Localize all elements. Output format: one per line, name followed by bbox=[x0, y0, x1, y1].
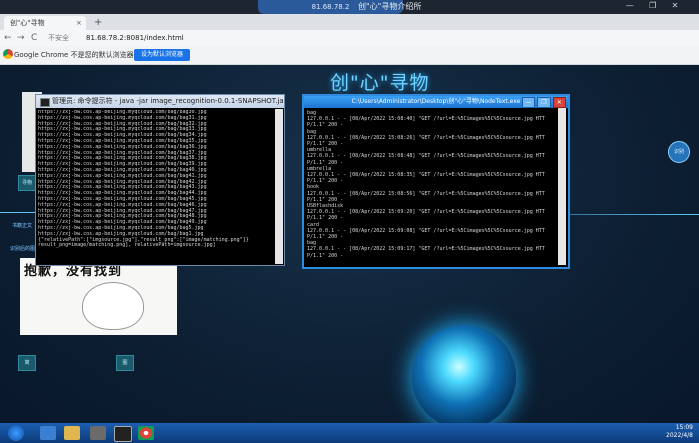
infobar-text: Google Chrome 不是您的默认浏览器 bbox=[14, 51, 134, 59]
no-result-image: 抱歉，没有找到 bbox=[20, 258, 177, 335]
remote-window-title: 创"心"寻物介绍所 bbox=[358, 2, 422, 11]
nodetext-console-scrollbar[interactable] bbox=[558, 108, 566, 265]
java-console-title[interactable]: 管理员: 命令提示符 - java -jar image_recognition… bbox=[36, 95, 284, 108]
bottom-square-button-a[interactable]: 简 bbox=[18, 355, 36, 371]
minimize-icon[interactable]: — bbox=[522, 97, 536, 108]
powershell-icon[interactable] bbox=[40, 426, 56, 440]
forward-icon[interactable]: → bbox=[17, 31, 25, 45]
page-title: 创"心"寻物 bbox=[330, 72, 430, 94]
reload-icon[interactable]: C bbox=[31, 31, 37, 45]
security-indicator[interactable]: 不安全 bbox=[48, 31, 69, 45]
java-console-output: https://zxj-bw.cos.ap-beijing.myqcloud.c… bbox=[38, 110, 274, 249]
nodetext-console-line: 127.0.0.1 - - [08/Apr/2022 15:08:40] "GE… bbox=[307, 116, 545, 123]
tab-close-icon[interactable]: × bbox=[76, 16, 82, 30]
browser-tab[interactable]: 创"心"寻物 bbox=[4, 16, 86, 30]
java-console-scrollbar[interactable] bbox=[275, 109, 283, 264]
nodetext-console-window[interactable]: C:\Users\Administrator\Desktop\创"心"寻物\No… bbox=[302, 94, 570, 269]
restore-icon[interactable]: ❐ bbox=[537, 97, 551, 108]
nodetext-console-line: 127.0.0.1 - - [08/Apr/2022 15:08:35] "GE… bbox=[307, 172, 545, 179]
tab-strip bbox=[0, 14, 699, 30]
set-default-button[interactable]: 设为默认浏览器 bbox=[134, 49, 190, 61]
back-icon[interactable]: ← bbox=[4, 31, 12, 45]
recognize-circle-button[interactable]: 识别 bbox=[668, 141, 690, 163]
left-label-2: 识别后的图 bbox=[10, 246, 36, 252]
bun-character-icon bbox=[82, 282, 144, 330]
minimize-icon[interactable]: — bbox=[626, 1, 634, 13]
file-explorer-icon[interactable] bbox=[64, 426, 80, 440]
nodetext-console-line: 127.0.0.1 - - [08/Apr/2022 15:08:56] "GE… bbox=[307, 190, 545, 197]
java-console-window[interactable]: 管理员: 命令提示符 - java -jar image_recognition… bbox=[35, 94, 285, 266]
nodetext-console-line: 127.0.0.1 - - [08/Apr/2022 15:09:20] "GE… bbox=[307, 209, 545, 216]
url-input[interactable]: 81.68.78.2:8081/index.html bbox=[86, 31, 184, 45]
cmd-taskbar-icon[interactable] bbox=[114, 426, 132, 442]
close-icon[interactable]: ✕ bbox=[672, 1, 679, 13]
taskbar-clock[interactable]: 15:09 2022/4/8 bbox=[648, 424, 693, 440]
nodetext-console-line: 127.0.0.1 - - [08/Apr/2022 15:09:17] "GE… bbox=[307, 246, 545, 253]
start-button-icon[interactable] bbox=[8, 425, 24, 441]
nodetext-console-line: 127.0.0.1 - - [08/Apr/2022 15:08:48] "GE… bbox=[307, 153, 545, 160]
clock-time: 15:09 bbox=[675, 424, 693, 431]
left-square-button[interactable]: 寻物 bbox=[18, 175, 36, 191]
java-app-icon[interactable] bbox=[90, 426, 106, 440]
bottom-square-button-b[interactable]: 图 bbox=[116, 355, 134, 371]
remote-window-controls: — ❐ ✕ bbox=[618, 1, 686, 13]
chrome-logo-icon bbox=[3, 49, 13, 59]
new-tab-button[interactable]: + bbox=[94, 16, 102, 30]
nodetext-console-line: P/1.1" 200 - bbox=[307, 252, 344, 259]
cmd-icon bbox=[40, 98, 50, 107]
chrome-taskbar-icon[interactable] bbox=[138, 426, 154, 440]
close-icon[interactable]: ✕ bbox=[552, 97, 566, 108]
left-label: 书籍正文 bbox=[12, 223, 33, 229]
divider-line-left bbox=[0, 212, 36, 213]
nodetext-window-controls: — ❐ ✕ bbox=[522, 97, 566, 108]
clock-date: 2022/4/8 bbox=[666, 432, 693, 439]
nodetext-console-line: 127.0.0.1 - - [08/Apr/2022 15:08:26] "GE… bbox=[307, 134, 545, 141]
restore-icon[interactable]: ❐ bbox=[649, 1, 656, 13]
glowing-globe-image bbox=[412, 325, 516, 429]
nodetext-console-output: bag 127.0.0.1 - - [08/Apr/2022 15:08:40] … bbox=[307, 110, 555, 259]
java-console-line: result_png=image/matching.png], relative… bbox=[38, 242, 216, 249]
nodetext-console-line: 127.0.0.1 - - [08/Apr/2022 15:09:08] "GE… bbox=[307, 227, 545, 234]
